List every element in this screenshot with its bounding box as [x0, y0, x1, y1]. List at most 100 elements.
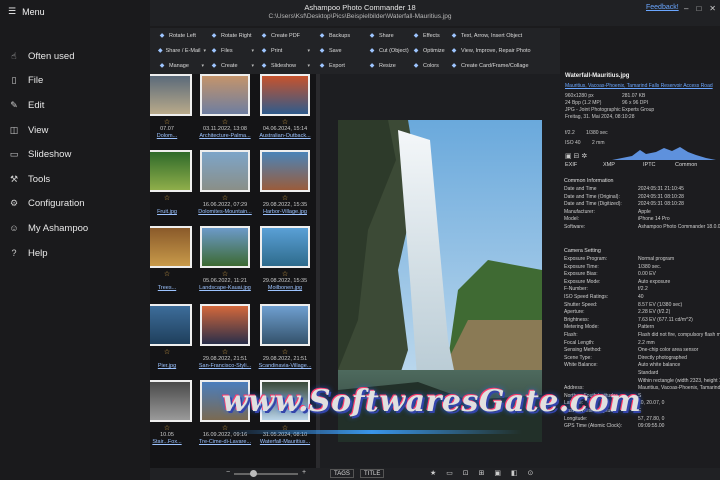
star-icon[interactable]: ☆	[196, 270, 254, 278]
thumbnail-image[interactable]	[260, 304, 310, 346]
thumbnail-filename[interactable]: Fruit.jpg	[150, 209, 196, 215]
thumbnail-image[interactable]	[200, 74, 250, 116]
menu-item-edit[interactable]: ✎ Edit	[0, 93, 150, 118]
thumbnail-item[interactable]: ☆ 10.05 Stair...Fox...	[150, 380, 196, 456]
tool-text-arrow-insert-object-button[interactable]: ◆ Text, Arrow, Insert Object	[450, 28, 560, 43]
thumbnail-item[interactable]: ☆ Trees...	[150, 226, 196, 302]
tool-save-button[interactable]: ◆ Save	[318, 43, 368, 58]
menu-header[interactable]: ☰ Menu	[8, 6, 45, 17]
thumbnail-image[interactable]	[150, 380, 192, 422]
menu-item-help[interactable]: ? Help	[0, 241, 150, 266]
tab-common[interactable]: Common	[675, 162, 697, 168]
star-icon[interactable]: ☆	[256, 270, 314, 278]
thumbnail-filename[interactable]: Pier.jpg	[150, 363, 196, 369]
tool-rotate-right-button[interactable]: ◆ Rotate Right	[210, 28, 260, 43]
star-icon[interactable]: ☆	[196, 348, 254, 356]
star-icon[interactable]: ☆	[150, 270, 196, 278]
thumbnail-filename[interactable]: San-Francisco-Styli...	[196, 363, 254, 369]
thumbnail-image[interactable]	[200, 226, 250, 268]
menu-item-view[interactable]: ◫ View	[0, 118, 150, 143]
minimize-icon[interactable]: –	[684, 4, 688, 13]
tab-iptc[interactable]: IPTC	[643, 162, 656, 168]
tool-create-card-frame-collage-button[interactable]: ◆ Create Card/Frame/Collage	[450, 58, 560, 73]
tool-share-button[interactable]: ◆ Share	[368, 28, 412, 43]
tab-xmp[interactable]: XMP	[603, 162, 615, 168]
menu-item-tools[interactable]: ⚒ Tools	[0, 167, 150, 192]
tool-view-improve-repair-photo-button[interactable]: ◆ View, Improve, Repair Photo	[450, 43, 560, 58]
feedback-link[interactable]: Feedback!	[646, 4, 679, 11]
thumbnail-item[interactable]: ☆ 29.08.2022, 15:35 Moilbonen.jpg	[256, 226, 314, 302]
tool-print-button[interactable]: ◆ Print ▾	[260, 43, 316, 58]
thumbnail-filename[interactable]: Moilbonen.jpg	[256, 285, 314, 291]
chevron-down-icon[interactable]: ▾	[307, 48, 316, 54]
thumbnail-item[interactable]: ☆ 07.07 Dolom...	[150, 74, 196, 150]
info-location-link[interactable]: Mauritius, Vacoas-Phoenix, Tamarind Fall…	[565, 83, 713, 89]
thumbnail-filename[interactable]: Waterfall-Mauritius...	[256, 439, 314, 445]
tool-create-button[interactable]: ◆ Create ▾	[210, 58, 260, 73]
tool-resize-button[interactable]: ◆ Resize	[368, 58, 412, 73]
thumbnail-image[interactable]	[260, 150, 310, 192]
menu-item-often-used[interactable]: ☝ Often used	[0, 44, 150, 69]
thumbnail-image[interactable]	[200, 150, 250, 192]
tool-colors-button[interactable]: ◆ Colors	[412, 58, 450, 73]
thumbnail-item[interactable]: ☆ 03.11.2022, 13:08 Architecture-Palma...	[196, 74, 254, 150]
menu-item-my-ashampoo[interactable]: ☺ My Ashampoo	[0, 216, 150, 241]
tool-slideshow-button[interactable]: ◆ Slideshow ▾	[260, 58, 316, 73]
title-button[interactable]: TITLE	[360, 469, 385, 478]
star-icon[interactable]: ☆	[256, 194, 314, 202]
chevron-down-icon[interactable]: ▾	[201, 63, 210, 69]
thumbnail-image[interactable]	[200, 304, 250, 346]
zoom-slider-handle[interactable]	[250, 470, 257, 477]
tool-export-button[interactable]: ◆ Export	[318, 58, 368, 73]
star-icon[interactable]: ☆	[196, 118, 254, 126]
thumbnail-filename[interactable]: Harbor-Village.jpg	[256, 209, 314, 215]
maximize-icon[interactable]: □	[696, 4, 701, 13]
tool-effects-button[interactable]: ◆ Effects	[412, 28, 450, 43]
thumbnail-item[interactable]: ☆ 05.06.2022, 11:21 Landscape-Kauai.jpg	[196, 226, 254, 302]
star-icon[interactable]: ☆	[256, 348, 314, 356]
close-icon[interactable]: ✕	[709, 4, 716, 13]
tool-backups-button[interactable]: ◆ Backups	[318, 28, 368, 43]
star-icon[interactable]: ☆	[150, 118, 196, 126]
thumbnail-image[interactable]	[150, 304, 192, 346]
thumbnail-item[interactable]: ☆ 16.06.2022, 07:29 Dolomites-Mountain...	[196, 150, 254, 226]
star-icon[interactable]: ☆	[196, 194, 254, 202]
thumbnail-filename[interactable]: Architecture-Palma...	[196, 133, 254, 139]
tool-cut-object-button[interactable]: ◆ Cut (Object)	[368, 43, 412, 58]
zoom-slider[interactable]	[234, 473, 298, 475]
star-icon[interactable]: ☆	[150, 348, 196, 356]
chevron-down-icon[interactable]: ▾	[307, 63, 316, 69]
tool-share-e-mail-button[interactable]: ◆ Share / E-Mail ▾	[158, 43, 210, 58]
status-icons[interactable]: ★ ▭ ⊡ ⊞ ▣ ◧ ⊙	[430, 469, 537, 477]
thumbnail-image[interactable]	[260, 226, 310, 268]
thumbnail-item[interactable]: ☆ Fruit.jpg	[150, 150, 196, 226]
menu-item-configuration[interactable]: ⚙ Configuration	[0, 192, 150, 217]
tool-create-pdf-button[interactable]: ◆ Create PDF	[260, 28, 316, 43]
tool-rotate-left-button[interactable]: ◆ Rotate Left	[158, 28, 210, 43]
thumbnail-filename[interactable]: Dolom...	[150, 133, 196, 139]
thumbnail-filename[interactable]: Scandinavia-Village...	[256, 363, 314, 369]
zoom-in-icon[interactable]: +	[302, 469, 306, 476]
thumbnail-item[interactable]: ☆ Pier.jpg	[150, 304, 196, 380]
thumbnail-item[interactable]: ☆ 04.06.2024, 15:14 Australian-Outback...	[256, 74, 314, 150]
tool-optimize-button[interactable]: ◆ Optimize	[412, 43, 450, 58]
thumbnail-image[interactable]	[260, 74, 310, 116]
thumbnail-image[interactable]	[150, 226, 192, 268]
menu-item-file[interactable]: ▯ File	[0, 69, 150, 94]
tags-button[interactable]: TAGS	[330, 469, 354, 478]
menu-item-slideshow[interactable]: ▭ Slideshow	[0, 142, 150, 167]
thumbnail-filename[interactable]: Trees...	[150, 285, 196, 291]
tool-manage-button[interactable]: ◆ Manage ▾	[158, 58, 210, 73]
thumbnail-filename[interactable]: Tre-Cime-di-Lavare...	[196, 439, 254, 445]
zoom-out-icon[interactable]: −	[226, 469, 230, 476]
star-icon[interactable]: ☆	[150, 194, 196, 202]
thumbnail-image[interactable]	[150, 150, 192, 192]
star-icon[interactable]: ☆	[150, 424, 196, 432]
thumbnail-item[interactable]: ☆ 29.08.2022, 21:51 San-Francisco-Styli...	[196, 304, 254, 380]
thumbnail-filename[interactable]: Dolomites-Mountain...	[196, 209, 254, 215]
thumbnail-filename[interactable]: Australian-Outback...	[256, 133, 314, 139]
tool-files-button[interactable]: ◆ Files ▾	[210, 43, 260, 58]
chevron-down-icon[interactable]: ▾	[251, 48, 260, 54]
thumbnail-item[interactable]: ☆ 29.08.2022, 15:35 Harbor-Village.jpg	[256, 150, 314, 226]
chevron-down-icon[interactable]: ▾	[251, 63, 260, 69]
